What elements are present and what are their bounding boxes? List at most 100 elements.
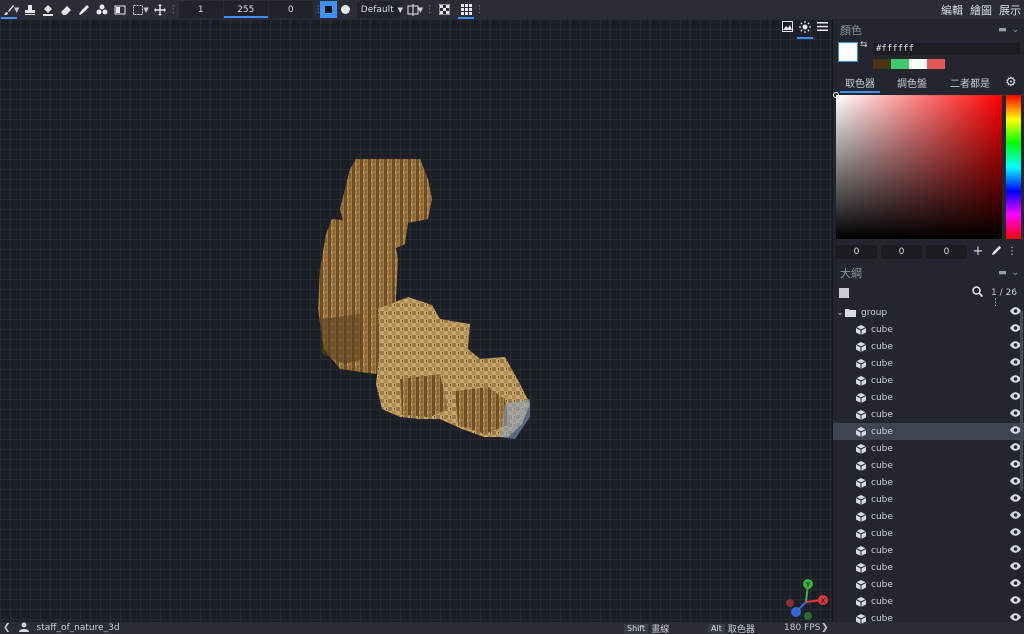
red-input[interactable]: 0 [836, 244, 877, 259]
tab-both[interactable]: 二者都是 [950, 75, 990, 90]
cube-icon [855, 426, 866, 437]
hex-color-input[interactable]: #ffffff [873, 43, 1020, 55]
panel-collapse-icon[interactable]: ▬ ⌄ [998, 25, 1020, 35]
axis-z-handle[interactable] [791, 607, 801, 617]
color-swatches: ⇆ #ffffff [833, 40, 1024, 72]
eye-icon[interactable] [1010, 494, 1021, 505]
eye-icon[interactable] [1010, 596, 1021, 607]
brush-size-input[interactable]: 1 [178, 1, 223, 18]
recent-colors [873, 59, 945, 69]
primary-color-swatch[interactable] [838, 42, 858, 62]
axis-neg-x-handle[interactable] [786, 599, 794, 607]
brush-shape-select[interactable]: Default ▼ [356, 1, 403, 18]
brush-icon[interactable] [0, 0, 18, 19]
pixel-grid-icon[interactable] [457, 0, 475, 19]
cube-row[interactable]: cube [833, 423, 1024, 440]
color-more-icon[interactable]: ⋮ [1007, 246, 1017, 257]
square-shape-icon [324, 6, 332, 13]
cube-row[interactable]: cube [833, 389, 1024, 406]
selection-icon[interactable] [129, 0, 147, 19]
eye-icon[interactable] [1010, 511, 1021, 522]
square-brush-button[interactable] [319, 1, 337, 18]
cube-label: cube [871, 426, 893, 437]
eraser-icon[interactable] [57, 0, 75, 19]
cube-row[interactable]: cube [833, 321, 1024, 338]
gradient-icon[interactable] [111, 0, 129, 19]
add-color-icon[interactable]: + [971, 244, 985, 259]
cube-row[interactable]: cube [833, 338, 1024, 355]
cube-icon [855, 562, 866, 573]
mirror-painting-icon[interactable] [404, 0, 422, 19]
lighting-icon[interactable] [797, 21, 813, 39]
brush-opacity-input[interactable]: 255 [223, 1, 268, 18]
cube-row[interactable]: cube [833, 372, 1024, 389]
toolbar-more-icon-2[interactable]: ⋮ [475, 5, 484, 15]
blue-input[interactable]: 0 [926, 244, 967, 259]
tab-paint[interactable]: 繪圖 [969, 2, 993, 21]
cube-icon [855, 375, 866, 386]
cube-row[interactable]: cube [833, 440, 1024, 457]
chevron-left-icon[interactable]: ❮ [3, 623, 11, 633]
shapes-icon[interactable] [93, 0, 111, 19]
viewport-menu-icon[interactable] [817, 21, 828, 36]
image-icon[interactable] [782, 21, 793, 36]
group-label: group [861, 307, 888, 318]
hue-slider[interactable] [1006, 95, 1021, 239]
stamp-icon[interactable] [21, 0, 39, 19]
saturation-value-picker[interactable] [833, 92, 1002, 239]
eye-icon[interactable] [1010, 613, 1021, 624]
eye-icon[interactable] [1010, 579, 1021, 590]
eye-icon[interactable] [1010, 562, 1021, 573]
3d-viewport[interactable]: Y X [0, 19, 832, 622]
cube-icon [855, 324, 866, 335]
cube-row[interactable]: cube [833, 559, 1024, 576]
cube-label: cube [871, 579, 893, 590]
shift-key-badge: Shift [624, 623, 649, 633]
cube-row[interactable]: cube [833, 576, 1024, 593]
alt-key-badge: Alt [708, 623, 725, 633]
cube-row[interactable]: cube [833, 474, 1024, 491]
color-picker-icon[interactable] [75, 0, 93, 19]
recent-color-swatch[interactable] [927, 59, 945, 69]
tab-edit[interactable]: 編輯 [940, 2, 964, 18]
swap-colors-icon[interactable]: ⇆ [860, 40, 868, 50]
cube-row[interactable]: cube [833, 355, 1024, 372]
cube-row[interactable]: cube [833, 610, 1024, 627]
axis-gizmo[interactable]: Y X [786, 576, 830, 620]
move-icon[interactable] [151, 0, 169, 19]
recent-color-swatch[interactable] [873, 59, 891, 69]
cube-row[interactable]: cube [833, 406, 1024, 423]
fps-counter: 180 FPS [784, 623, 821, 633]
eyedropper-icon[interactable] [989, 245, 1003, 259]
cube-row[interactable]: cube [833, 508, 1024, 525]
toolbar-more-icon[interactable]: ⋮ [169, 5, 178, 15]
outliner-collapse-icon[interactable]: ▬ ⌄ [998, 268, 1020, 278]
staff-model[interactable] [0, 19, 832, 622]
cube-row[interactable]: cube [833, 457, 1024, 474]
axis-neg-y-handle[interactable] [804, 612, 812, 620]
group-row[interactable]: ⌄ group [833, 304, 1024, 321]
cube-row[interactable]: cube [833, 525, 1024, 542]
eye-icon[interactable] [1010, 545, 1021, 556]
green-input[interactable]: 0 [881, 244, 922, 259]
recent-color-swatch[interactable] [891, 59, 909, 69]
fill-bucket-icon[interactable] [39, 0, 57, 19]
recent-color-swatch[interactable] [909, 59, 927, 69]
search-icon[interactable] [972, 286, 984, 300]
brush-softness-input[interactable]: 0 [268, 1, 313, 18]
cube-row[interactable]: cube [833, 542, 1024, 559]
tab-palette[interactable]: 調色盤 [897, 75, 927, 90]
chevron-down-icon[interactable]: ⌄ [835, 308, 845, 317]
checkerboard-icon[interactable] [435, 0, 453, 19]
outliner-scrollbar[interactable] [1020, 311, 1023, 491]
chevron-right-icon[interactable]: ❯ [821, 623, 829, 633]
tab-color-picker[interactable]: 取色器 [840, 75, 880, 93]
cube-row[interactable]: cube [833, 491, 1024, 508]
color-cursor[interactable] [833, 92, 839, 98]
outliner-options-icon[interactable] [839, 288, 849, 298]
gear-icon[interactable]: ⚙ [1005, 75, 1017, 90]
eye-icon[interactable] [1010, 528, 1021, 539]
cube-row[interactable]: cube [833, 593, 1024, 610]
tab-display[interactable]: 展示 [998, 2, 1022, 18]
round-brush-button[interactable] [337, 1, 354, 18]
